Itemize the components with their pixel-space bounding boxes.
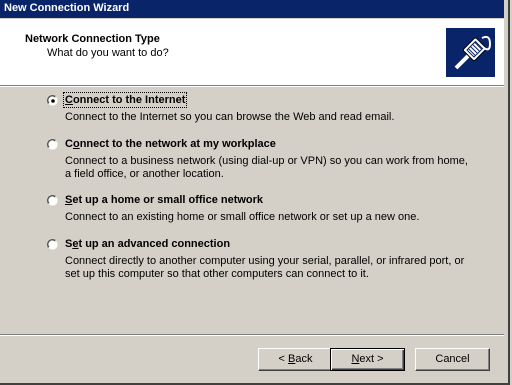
option-description: Connect to a business network (using dia… [65,155,468,180]
next-button[interactable]: Next > [330,348,405,371]
header-divider-highlight [0,86,504,87]
option-description: Connect directly to another computer usi… [65,255,465,280]
option-description: Connect to the Internet so you can brows… [65,111,395,123]
option-advanced-connection[interactable]: Set up an advanced connection Connect di… [47,238,487,286]
option-connect-workplace[interactable]: Connect to the network at my workplace C… [47,138,487,186]
title-bar[interactable]: New Connection Wizard [0,0,504,18]
wizard-header: Network Connection Type What do you want… [0,19,504,85]
option-label: Set up an advanced connection [65,238,231,250]
option-description: Connect to an existing home or small off… [65,211,420,223]
radio-home-office-network[interactable] [47,195,59,207]
page-subtitle: What do you want to do? [47,47,169,59]
wizard-window: New Connection Wizard Network Connection… [0,0,510,385]
option-label: Connect to the Internet [62,92,188,108]
option-home-office-network[interactable]: Set up a home or small office network Co… [47,194,487,230]
option-connect-internet[interactable]: Connect to the Internet Connect to the I… [47,92,487,134]
back-button[interactable]: < Back [258,348,333,371]
radio-advanced-connection[interactable] [47,239,59,251]
radio-connect-internet[interactable] [47,95,59,107]
network-cable-icon [446,28,495,77]
option-label: Set up a home or small office network [65,194,264,206]
page-title: Network Connection Type [25,33,160,45]
option-label: Connect to the network at my workplace [65,138,276,150]
footer-divider-highlight [0,335,504,336]
cancel-button[interactable]: Cancel [415,348,490,371]
radio-connect-workplace[interactable] [47,139,59,151]
window-title: New Connection Wizard [4,2,130,14]
